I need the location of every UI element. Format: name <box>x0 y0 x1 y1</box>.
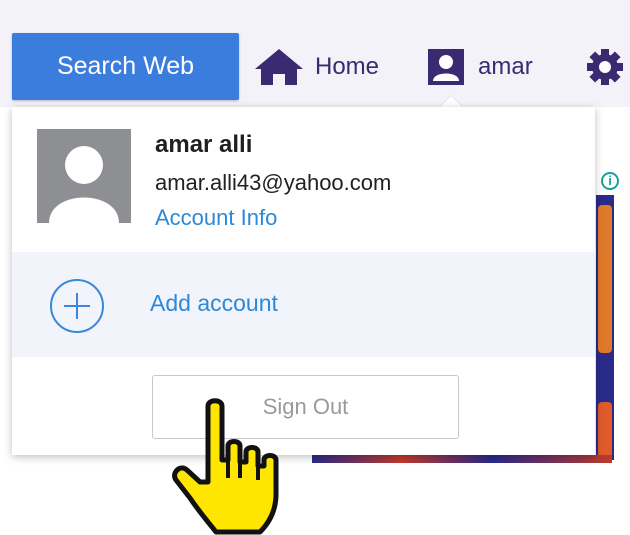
nav-home-link[interactable]: Home <box>253 47 379 87</box>
home-icon <box>255 49 303 85</box>
ad-graphic <box>598 402 612 458</box>
nav-user-menu[interactable]: amar <box>428 46 533 88</box>
profile-email: amar.alli43@yahoo.com <box>155 170 392 195</box>
search-web-button[interactable]: Search Web <box>12 33 239 100</box>
user-label: amar <box>478 53 533 80</box>
add-account-row[interactable]: Add account <box>12 252 595 357</box>
avatar <box>37 129 131 223</box>
ad-banner-bottom <box>312 455 612 463</box>
account-info-link[interactable]: Account Info <box>155 205 277 231</box>
top-bar: Search Web Home amar <box>0 0 630 107</box>
home-label: Home <box>315 53 380 80</box>
gear-icon[interactable] <box>585 47 625 87</box>
hand-pointer-icon <box>172 398 279 535</box>
profile-name: amar alli <box>155 131 253 158</box>
plus-circle-icon <box>50 279 104 333</box>
info-icon[interactable]: i <box>601 172 619 190</box>
account-dropdown: amar alli amar.alli43@yahoo.com Account … <box>12 107 595 455</box>
user-icon <box>428 49 464 85</box>
ad-graphic <box>598 205 612 353</box>
add-account-label: Add account <box>150 290 278 316</box>
